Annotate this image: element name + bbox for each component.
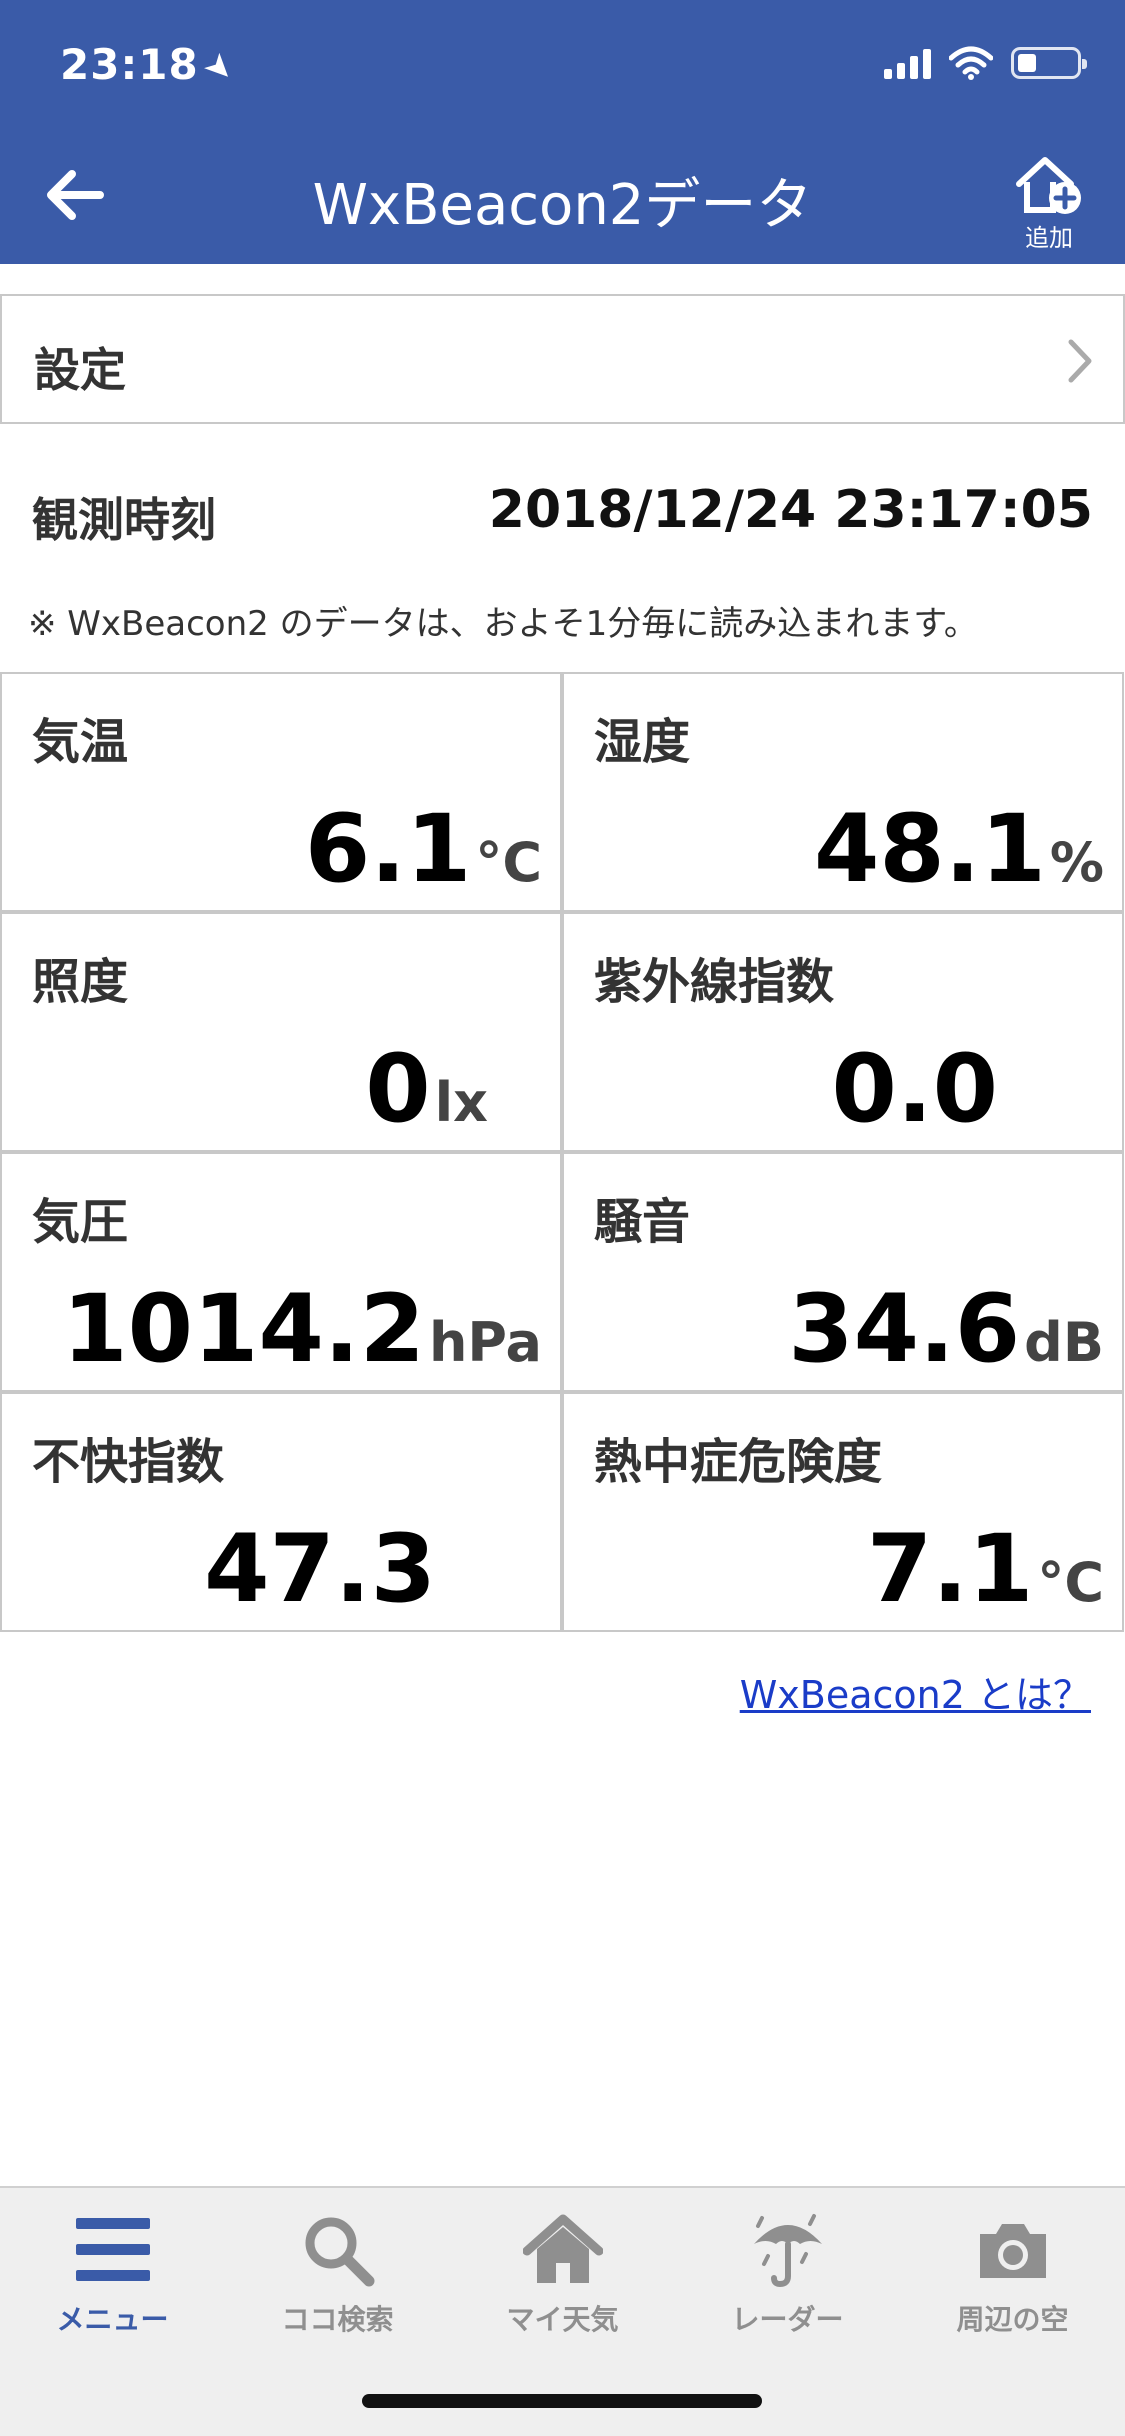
metric-noise: 騒音 34.6dB [562,1152,1124,1392]
wifi-icon [949,46,993,80]
metric-unit: dB [1024,1311,1104,1374]
metric-value: 47.3 [204,1515,436,1624]
metric-value: 7.1 [866,1515,1034,1624]
metric-value-group: 6.1°C [305,795,542,904]
metric-uv-index: 紫外線指数 0.0 [562,912,1124,1152]
metric-value: 6.1 [304,795,472,904]
umbrella-icon [675,2208,900,2292]
settings-label: 設定 [34,343,126,397]
page-title: WxBeacon2データ [312,173,813,238]
metric-illuminance: 照度 0lx [0,912,562,1152]
tab-menu[interactable]: メニュー [0,2208,225,2338]
metric-unit: % [1049,831,1104,894]
back-arrow-icon [47,170,104,220]
tab-search[interactable]: ココ検索 [225,2208,450,2338]
metric-temperature: 気温 6.1°C [0,672,562,912]
observation-time-label: 観測時刻 [32,493,216,547]
status-time-text: 23:18 [60,40,199,89]
cellular-signal-icon [884,47,931,79]
status-indicators [884,46,1087,80]
home-icon [450,2208,675,2292]
metric-name: 照度 [32,954,129,1010]
metric-name: 気圧 [32,1194,129,1250]
metric-name: 紫外線指数 [594,954,835,1010]
metric-name: 熱中症危険度 [594,1434,883,1490]
metric-value-group: 48.1% [814,795,1104,904]
tab-label: メニュー [56,2303,169,2336]
add-label: 追加 [1025,224,1073,252]
metric-value-group: 0lx [365,1035,488,1144]
metrics-grid: 気温 6.1°C 湿度 48.1% 照度 0lx 紫外線指数 0.0 気圧 10… [0,672,1125,1632]
metric-value: 0 [365,1035,431,1144]
metric-value-group: 34.6dB [788,1275,1104,1384]
metric-value-group: 47.3 [204,1515,440,1624]
metric-humidity: 湿度 48.1% [562,672,1124,912]
metric-value: 48.1 [813,795,1046,904]
metric-value-group: 1014.2hPa [62,1275,542,1384]
tab-nearby-sky[interactable]: 周辺の空 [900,2208,1125,2338]
metric-unit: °C [1037,1551,1104,1614]
metric-value-group: 0.0 [831,1035,1002,1144]
home-indicator [362,2394,762,2408]
status-time: 23:18➤ [60,40,244,93]
metric-value: 0.0 [831,1035,998,1144]
menu-icon [0,2208,225,2292]
back-button[interactable] [40,160,120,230]
metric-discomfort-index: 不快指数 47.3 [0,1392,562,1632]
metric-value-group: 7.1°C [867,1515,1104,1624]
search-icon [225,2208,450,2292]
tab-radar[interactable]: レーダー [675,2208,900,2338]
observation-time-value: 2018/12/24 23:17:05 [488,480,1093,540]
add-location-button[interactable]: 追加 [1003,152,1095,252]
tab-label: マイ天気 [506,2303,619,2336]
metric-pressure: 気圧 1014.2hPa [0,1152,562,1392]
metric-heatstroke-risk: 熱中症危険度 7.1°C [562,1392,1124,1632]
tab-label: ココ検索 [281,2303,394,2336]
metric-value: 1014.2 [62,1275,425,1384]
metric-unit: hPa [428,1311,542,1374]
home-add-icon [1016,157,1081,214]
metric-name: 不快指数 [32,1434,225,1490]
metric-unit: lx [434,1071,488,1134]
metric-name: 気温 [32,714,129,770]
chevron-right-icon [1068,339,1092,383]
metric-name: 騒音 [594,1194,691,1250]
camera-icon [900,2208,1125,2292]
about-wxbeacon-link[interactable]: WxBeacon2 とは？ [740,1664,1091,1719]
settings-row[interactable]: 設定 [0,294,1125,424]
location-arrow-icon: ➤ [194,43,245,93]
tab-label: 周辺の空 [956,2303,1069,2336]
update-note: ※ WxBeacon2 のデータは、およそ1分毎に読み込まれます。 [28,604,978,644]
metric-name: 湿度 [594,714,691,770]
tab-my-weather[interactable]: マイ天気 [450,2208,675,2338]
metric-value: 34.6 [788,1275,1021,1384]
tab-label: レーダー [731,2303,844,2336]
metric-unit: °C [475,831,542,894]
battery-icon [1011,47,1087,79]
app-header: 23:18➤ WxBeacon2データ 追加 [0,0,1125,264]
